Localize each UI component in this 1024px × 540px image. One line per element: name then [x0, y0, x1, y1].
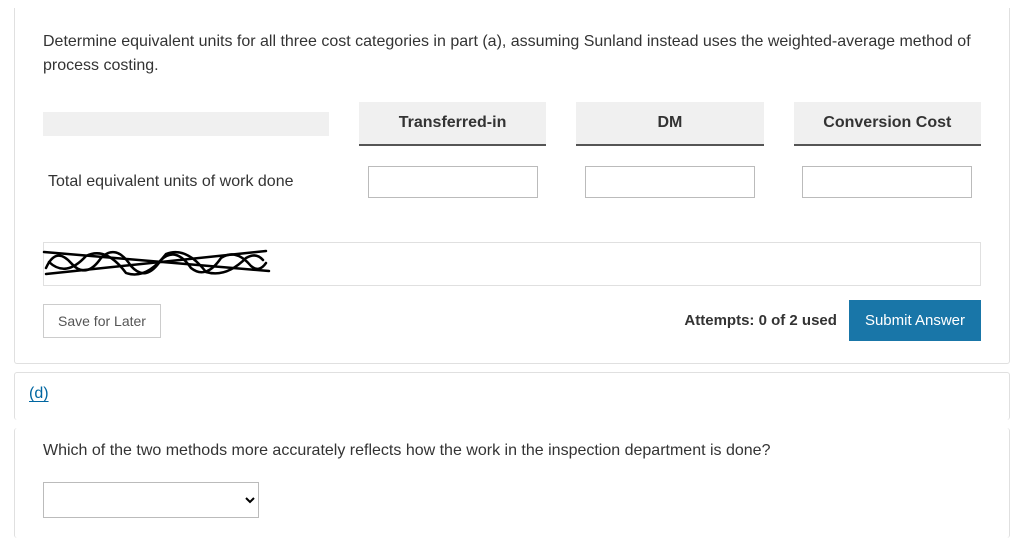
section-d-label[interactable]: (d) — [29, 385, 49, 408]
input-transferred-in[interactable] — [368, 166, 538, 198]
col-header-transferred-in: Transferred-in — [359, 102, 546, 146]
attempts-text: Attempts: 0 of 2 used — [684, 312, 837, 329]
scribble-icon — [41, 238, 281, 288]
save-for-later-button[interactable]: Save for Later — [43, 304, 161, 338]
submit-answer-button[interactable]: Submit Answer — [849, 300, 981, 341]
question-d-card: Which of the two methods more accurately… — [14, 428, 1010, 538]
footer-row: Save for Later Attempts: 0 of 2 used Sub… — [43, 300, 981, 341]
col-header-dm: DM — [576, 102, 763, 146]
attempts-area: Attempts: 0 of 2 used Submit Answer — [684, 300, 981, 341]
question-c-card: Determine equivalent units for all three… — [14, 8, 1010, 364]
table-header-blank — [43, 112, 329, 136]
input-dm[interactable] — [585, 166, 755, 198]
section-d-header: (d) — [14, 372, 1010, 420]
question-prompt: Determine equivalent units for all three… — [43, 30, 981, 78]
table-data-row: Total equivalent units of work done — [43, 152, 981, 212]
method-select[interactable] — [43, 482, 259, 518]
table-header-row: Transferred-in DM Conversion Cost — [43, 102, 981, 146]
col-header-conversion: Conversion Cost — [794, 102, 981, 146]
input-conversion[interactable] — [802, 166, 972, 198]
redacted-row — [43, 242, 981, 286]
question-d-prompt: Which of the two methods more accurately… — [43, 442, 981, 460]
row-label: Total equivalent units of work done — [43, 173, 329, 191]
